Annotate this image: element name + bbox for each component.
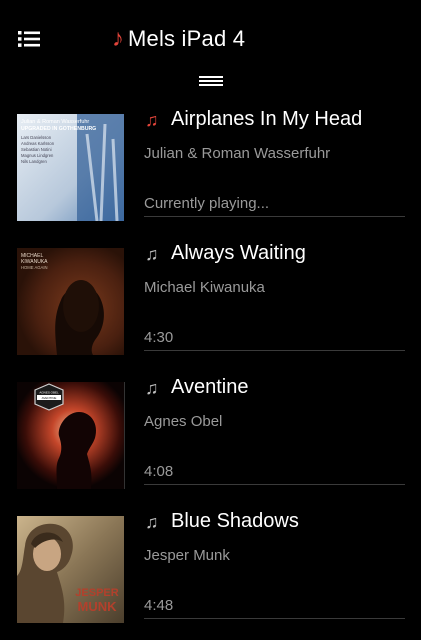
art-album-text: UPGRADED IN GOTHENBURG (21, 126, 96, 132)
album-art: Julian & Roman Wasserfuhr UPGRADED IN GO… (17, 114, 124, 221)
track-artist: Agnes Obel (144, 413, 223, 430)
art-credit-text: Sebastian Notini (21, 147, 52, 152)
track-title: Airplanes In My Head (171, 108, 363, 130)
art-name-text: JESPER (75, 587, 118, 599)
drag-handle-icon[interactable] (199, 74, 223, 88)
art-credit-text: Lars Danielsson (21, 135, 52, 140)
track-title: Aventine (171, 376, 249, 398)
art-name-text: MUNK (78, 599, 118, 614)
song-row[interactable]: AGNES OBEL AVENTINE ♫ Aventine Agnes Obe… (0, 368, 421, 502)
track-artist: Michael Kiwanuka (144, 279, 265, 296)
art-credit-text: Magnus Lindgren (21, 153, 54, 158)
song-row[interactable]: MICHAEL KIWANUKA HOME AGAIN ♫ Always Wai… (0, 234, 421, 368)
song-row[interactable]: Julian & Roman Wasserfuhr UPGRADED IN GO… (0, 100, 421, 234)
song-list: Julian & Roman Wasserfuhr UPGRADED IN GO… (0, 100, 421, 636)
track-title: Always Waiting (171, 242, 306, 264)
music-note-icon: ♫ (145, 244, 159, 264)
music-note-icon: ♫ (145, 110, 159, 130)
track-duration: 4:30 (144, 329, 174, 346)
track-duration: 4:08 (144, 463, 174, 480)
art-badge-text: AGNES OBEL (39, 391, 59, 395)
song-row[interactable]: JESPER MUNK ♫ Blue Shadows Jesper Munk 4… (0, 502, 421, 636)
track-artist: Julian & Roman Wasserfuhr (144, 145, 331, 162)
music-note-icon: ♫ (145, 512, 159, 532)
header-bar: ♪ Mels iPad 4 (0, 0, 421, 86)
art-header-text: Julian & Roman Wasserfuhr (21, 119, 89, 125)
art-credit-text: Andreas Karlsson (21, 141, 55, 146)
playing-status: Currently playing... (144, 195, 270, 212)
page-title: Mels iPad 4 (128, 26, 246, 51)
list-menu-icon[interactable] (18, 30, 40, 48)
art-credit-text: Nils Landgren (21, 159, 48, 164)
row-divider (144, 618, 405, 619)
row-divider (144, 350, 405, 351)
row-divider (144, 484, 405, 485)
art-badge-text: AVENTINE (42, 396, 57, 400)
album-art: JESPER MUNK (17, 516, 124, 623)
music-note-icon: ♫ (145, 378, 159, 398)
track-title: Blue Shadows (171, 510, 299, 532)
art-edge-line (124, 382, 125, 489)
music-note-icon: ♪ (112, 25, 124, 52)
track-artist: Jesper Munk (144, 547, 230, 564)
row-divider (144, 216, 405, 217)
album-art: MICHAEL KIWANUKA HOME AGAIN (17, 248, 124, 355)
album-art: AGNES OBEL AVENTINE (17, 382, 124, 489)
track-duration: 4:48 (144, 597, 174, 614)
art-sub-text: HOME AGAIN (21, 265, 48, 270)
device-title[interactable]: ♪ Mels iPad 4 (112, 26, 245, 52)
